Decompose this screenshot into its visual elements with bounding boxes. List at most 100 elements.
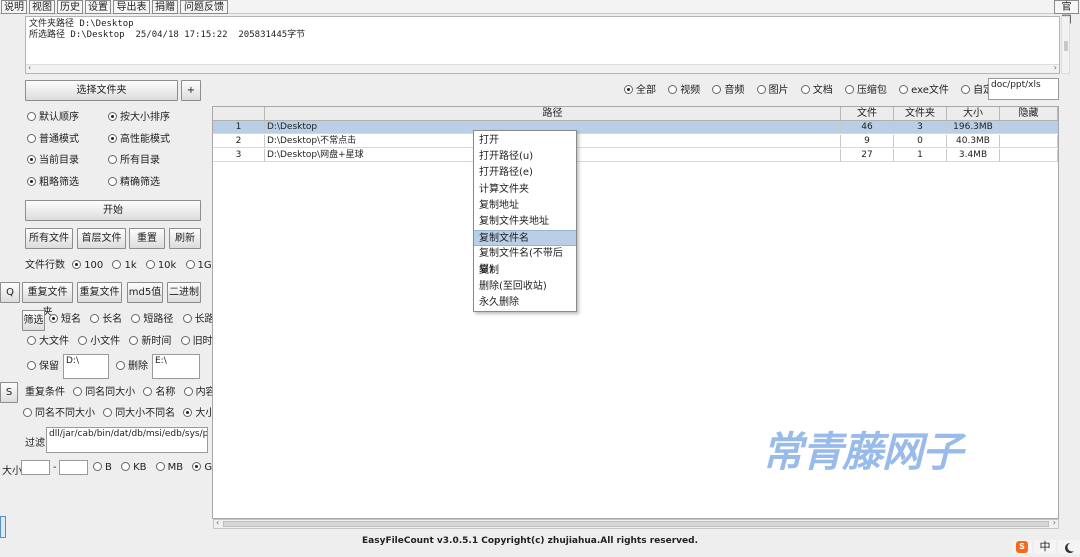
delete-path-input[interactable]: E:\: [152, 354, 200, 379]
radio-icon: [27, 361, 36, 370]
small-file-radio[interactable]: 小文件: [78, 336, 120, 347]
scroll-left-icon[interactable]: ‹: [28, 63, 31, 72]
table-hscrollbar[interactable]: ‹ ›: [213, 518, 1059, 529]
ime-chinese-icon[interactable]: 中: [1034, 540, 1056, 554]
reset-button[interactable]: 重置: [129, 228, 165, 249]
rows-100-radio[interactable]: 100: [72, 260, 103, 271]
menu-donate[interactable]: 捐赠: [152, 0, 178, 14]
unit-kb-radio[interactable]: KB: [121, 462, 146, 473]
short-path-radio[interactable]: 短路径: [131, 314, 173, 325]
mode-normal-radio[interactable]: 普通模式: [27, 132, 79, 148]
duplicate-files-button[interactable]: 重复文件: [77, 282, 122, 303]
ctx-delete-recycle[interactable]: 删除(至回收站): [474, 279, 576, 295]
filter-doc-radio[interactable]: 文档: [800, 85, 833, 96]
size-min-input[interactable]: [21, 460, 50, 475]
ctx-copy[interactable]: 复制: [474, 263, 576, 279]
sort-size-radio[interactable]: 按大小排序: [108, 110, 170, 126]
custom-extensions-input[interactable]: doc/ppt/xls: [988, 78, 1059, 100]
same-name-diff-size-radio[interactable]: 同名不同大小: [23, 408, 95, 419]
filter-exe-radio[interactable]: exe文件: [899, 85, 949, 96]
sort-default-radio[interactable]: 默认顺序: [27, 110, 79, 126]
new-time-radio[interactable]: 新时间: [129, 336, 171, 347]
menu-view[interactable]: 视图: [29, 0, 55, 14]
menu-help[interactable]: 说明: [1, 0, 27, 14]
screen-button[interactable]: 筛选: [22, 310, 45, 331]
unit-mb-radio[interactable]: MB: [155, 462, 183, 473]
filter-label: 过滤: [25, 438, 45, 449]
ctx-copy-filename-no-ext[interactable]: 复制文件名(不带后缀): [474, 246, 576, 275]
ctx-copy-folder-address[interactable]: 复制文件夹地址: [474, 214, 576, 230]
row-files: 27: [841, 149, 894, 162]
filter-ext-input[interactable]: dll/jar/cab/bin/dat/db/msi/edb/sys/pak/j…: [46, 427, 208, 453]
menu-feedback[interactable]: 问题反馈: [180, 0, 228, 14]
filter-image-radio[interactable]: 图片: [756, 85, 789, 96]
size-radio[interactable]: 大小: [183, 408, 215, 419]
all-files-button[interactable]: 所有文件: [25, 228, 73, 249]
filter-all-radio[interactable]: 全部: [624, 85, 656, 96]
info-hscrollbar[interactable]: ‹ ›: [26, 63, 1059, 73]
ctx-copy-address[interactable]: 复制地址: [474, 198, 576, 214]
rows-1k-radio[interactable]: 1k: [112, 260, 137, 271]
filter-rough-radio[interactable]: 粗略筛选: [27, 175, 79, 191]
filter-precise-radio[interactable]: 精确筛选: [108, 175, 160, 191]
name-radio[interactable]: 名称: [143, 387, 175, 398]
add-folder-button[interactable]: +: [181, 80, 201, 101]
md5-button[interactable]: md5值: [127, 282, 163, 303]
side-tab-handle[interactable]: [0, 516, 6, 538]
s-button[interactable]: S: [0, 382, 18, 403]
ctx-open-path-e[interactable]: 打开路径(e): [474, 165, 576, 181]
info-vscrollbar[interactable]: [1061, 16, 1070, 74]
menu-history[interactable]: 历史: [57, 0, 83, 14]
scroll-left-icon[interactable]: ‹: [216, 518, 219, 527]
dir-all-radio[interactable]: 所有目录: [108, 153, 160, 169]
col-header-path[interactable]: 路径: [265, 107, 841, 121]
unit-b-radio[interactable]: B: [93, 462, 112, 473]
menu-website[interactable]: 官网: [1054, 0, 1079, 26]
ctx-calc-folder[interactable]: 计算文件夹: [474, 182, 576, 198]
col-header-index[interactable]: [213, 107, 265, 121]
select-folder-button[interactable]: 选择文件夹: [25, 80, 178, 101]
filter-video-radio[interactable]: 视频: [668, 85, 700, 96]
content-radio[interactable]: 内容: [183, 387, 216, 398]
col-header-folders[interactable]: 文件夹: [894, 107, 947, 121]
refresh-button[interactable]: 刷新: [169, 228, 201, 249]
rows-1g-radio[interactable]: 1G: [185, 260, 212, 271]
scroll-thumb[interactable]: [223, 521, 1049, 527]
size-separator: -: [53, 462, 57, 473]
rows-10k-radio[interactable]: 10k: [145, 260, 176, 271]
size-max-input[interactable]: [59, 460, 88, 475]
col-header-hidden[interactable]: 隐藏: [1000, 107, 1058, 121]
moon-icon[interactable]: [1058, 540, 1080, 554]
name-label: 名称: [155, 387, 176, 398]
menu-settings[interactable]: 设置: [85, 0, 111, 14]
filter-audio-radio[interactable]: 音频: [712, 85, 744, 96]
radio-icon: [49, 314, 58, 323]
scroll-thumb[interactable]: [1064, 41, 1068, 51]
dir-current-radio[interactable]: 当前目录: [27, 153, 79, 169]
same-name-size-radio[interactable]: 同名同大小: [73, 387, 135, 398]
top-files-button[interactable]: 首层文件: [77, 228, 126, 249]
ctx-open-path-u[interactable]: 打开路径(u): [474, 149, 576, 165]
duplicate-folders-button[interactable]: 重复文件夹: [22, 282, 73, 318]
menu-export[interactable]: 导出表: [113, 0, 150, 14]
binary-button[interactable]: 二进制: [167, 282, 201, 303]
scroll-right-icon[interactable]: ›: [1054, 63, 1057, 72]
mode-high-radio[interactable]: 高性能模式: [108, 132, 170, 148]
ctx-open[interactable]: 打开: [474, 133, 576, 149]
col-header-files[interactable]: 文件: [841, 107, 894, 121]
keep-path-input[interactable]: D:\: [63, 354, 109, 379]
start-button[interactable]: 开始: [25, 200, 201, 221]
scroll-right-icon[interactable]: ›: [1053, 518, 1056, 527]
q-button[interactable]: Q: [0, 282, 20, 303]
short-name-radio[interactable]: 短名: [49, 314, 81, 325]
same-size-diff-name-radio[interactable]: 同大小不同名: [103, 408, 175, 419]
ctx-delete-permanent[interactable]: 永久删除: [474, 295, 576, 311]
keep-radio[interactable]: 保留: [27, 359, 59, 375]
delete-radio[interactable]: 删除: [116, 359, 148, 375]
large-file-radio[interactable]: 大文件: [27, 336, 69, 347]
long-name-radio[interactable]: 长名: [90, 314, 122, 325]
filter-archive-radio[interactable]: 压缩包: [844, 85, 887, 96]
ctx-copy-filename[interactable]: 复制文件名: [474, 230, 576, 247]
sogou-logo-icon[interactable]: S: [1012, 540, 1032, 554]
col-header-size[interactable]: 大小: [947, 107, 1000, 121]
